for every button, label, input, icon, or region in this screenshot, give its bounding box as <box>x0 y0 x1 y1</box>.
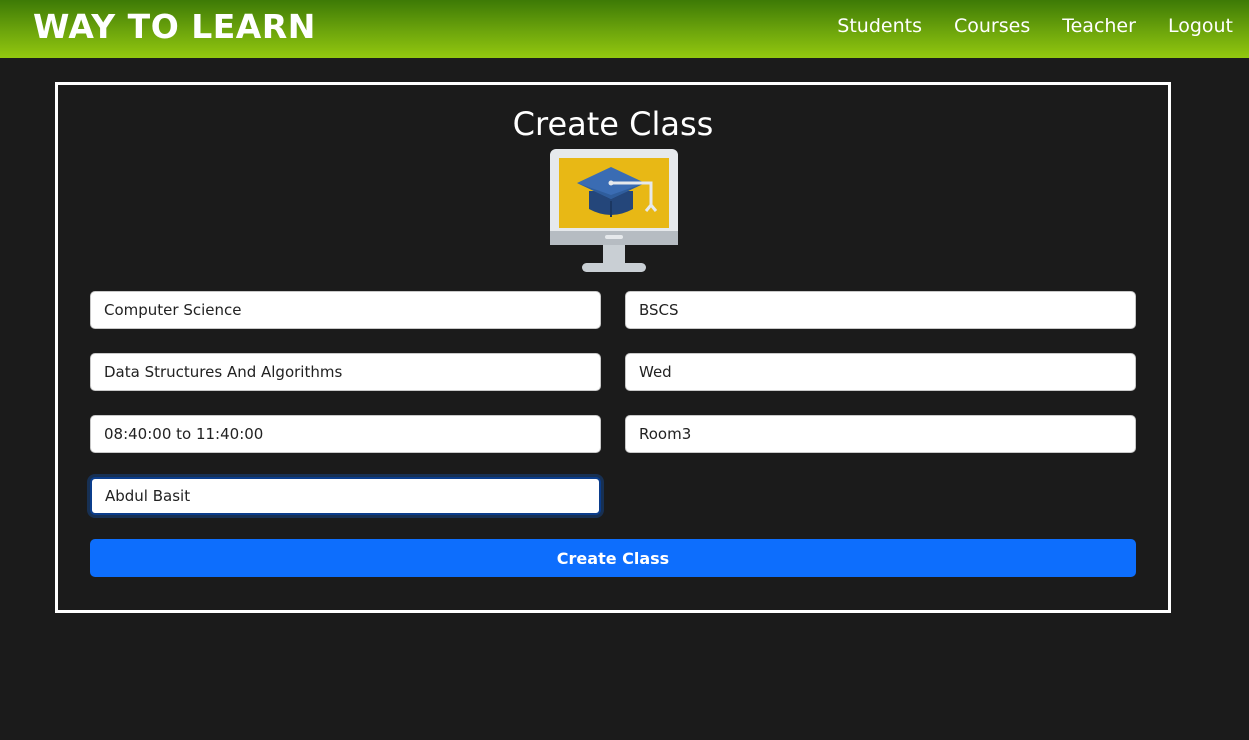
room-field[interactable] <box>625 415 1136 453</box>
course-field[interactable] <box>90 353 601 391</box>
program-field[interactable] <box>625 291 1136 329</box>
time-field[interactable] <box>90 415 601 453</box>
create-class-card: Create Class Create Class <box>55 82 1171 613</box>
create-class-button[interactable]: Create Class <box>90 539 1136 577</box>
nav-link-students[interactable]: Students <box>837 15 922 37</box>
nav-link-logout[interactable]: Logout <box>1168 15 1233 37</box>
navbar: WAY TO LEARN Students Courses Teacher Lo… <box>0 0 1249 58</box>
nav-links: Students Courses Teacher Logout <box>805 15 1233 37</box>
nav-link-courses[interactable]: Courses <box>954 15 1030 37</box>
nav-link-teacher[interactable]: Teacher <box>1062 15 1136 37</box>
monitor-graduation-cap-icon <box>550 149 678 272</box>
teacher-field[interactable] <box>90 477 601 515</box>
day-field[interactable] <box>625 353 1136 391</box>
brand-logo[interactable]: WAY TO LEARN <box>33 7 316 46</box>
department-field[interactable] <box>90 291 601 329</box>
page-title: Create Class <box>512 105 714 143</box>
